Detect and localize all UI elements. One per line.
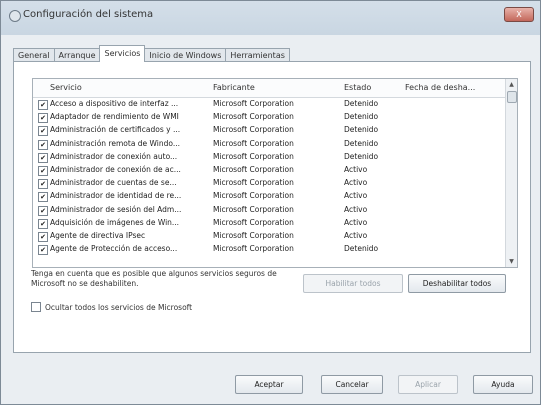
service-vendor: Microsoft Corporation bbox=[213, 204, 294, 214]
table-row[interactable]: ✔ Administración de certificados y ... Mic… bbox=[33, 124, 505, 137]
service-name: Administrador de identidad de re... bbox=[50, 191, 182, 201]
table-row[interactable]: ✔ Administrador de cuentas de se... Micros… bbox=[33, 177, 505, 190]
title-bar[interactable]: Configuración del sistema X bbox=[1, 1, 540, 35]
tab-strip: General Arranque Servicios Inicio de Win… bbox=[13, 45, 290, 62]
service-status: Activo bbox=[344, 191, 368, 201]
service-checkbox[interactable]: ✔ bbox=[38, 245, 48, 256]
service-rows: ✔ Acceso a dispositivo de interfaz ... Mic… bbox=[33, 98, 505, 256]
service-status: Detenido bbox=[344, 99, 379, 108]
services-panel: Servicio Fabricante Estado Fecha de desh… bbox=[13, 61, 531, 353]
service-status: Activo bbox=[344, 164, 368, 174]
service-vendor: Microsoft Corporation bbox=[213, 138, 294, 148]
service-name: Administrador de conexión de ac... bbox=[50, 164, 181, 174]
service-name: Agente de Protección de acceso... bbox=[50, 244, 178, 254]
service-vendor: Microsoft Corporation bbox=[213, 230, 294, 240]
hide-ms-label: Ocultar todos los servicios de Microsoft bbox=[45, 302, 193, 312]
close-button[interactable]: X bbox=[504, 7, 534, 22]
service-status: Activo bbox=[344, 204, 368, 214]
service-vendor: Microsoft Corporation bbox=[213, 99, 294, 108]
accept-button[interactable]: Aceptar bbox=[235, 375, 303, 394]
service-status: Detenido bbox=[344, 125, 379, 135]
services-note: Tenga en cuenta que es posible que algun… bbox=[31, 269, 277, 288]
table-row[interactable]: ✔ Agente de Protección de acceso... Micros… bbox=[33, 243, 505, 256]
service-vendor: Microsoft Corporation bbox=[213, 125, 294, 135]
tab-herramientas[interactable]: Herramientas bbox=[225, 48, 290, 62]
service-vendor: Microsoft Corporation bbox=[213, 217, 294, 227]
service-vendor: Microsoft Corporation bbox=[213, 151, 294, 161]
hide-ms-services-option[interactable]: Ocultar todos los servicios de Microsoft bbox=[31, 302, 192, 312]
services-list[interactable]: Servicio Fabricante Estado Fecha de desh… bbox=[32, 78, 518, 268]
service-checkbox[interactable]: ✔ bbox=[38, 139, 48, 150]
enable-all-button[interactable]: Habilitar todos bbox=[303, 274, 403, 293]
service-checkbox[interactable]: ✔ bbox=[38, 205, 48, 216]
table-row[interactable]: ✔ Adaptador de rendimiento de WMI Microsof… bbox=[33, 111, 505, 124]
scrollbar-thumb[interactable] bbox=[507, 91, 517, 103]
service-vendor: Microsoft Corporation bbox=[213, 244, 294, 254]
service-name: Adaptador de rendimiento de WMI bbox=[50, 112, 179, 122]
service-vendor: Microsoft Corporation bbox=[213, 112, 294, 122]
table-row[interactable]: ✔ Acceso a dispositivo de interfaz ... Mic… bbox=[33, 98, 505, 111]
tab-inicio-de-windows[interactable]: Inicio de Windows bbox=[144, 48, 227, 62]
service-vendor: Microsoft Corporation bbox=[213, 178, 294, 188]
service-name: Administrador de cuentas de se... bbox=[50, 178, 177, 188]
chevron-up-icon[interactable]: ▲ bbox=[506, 79, 517, 90]
chevron-down-icon[interactable]: ▼ bbox=[506, 256, 517, 267]
service-checkbox[interactable]: ✔ bbox=[38, 192, 48, 203]
apply-button[interactable]: Aplicar bbox=[398, 375, 458, 394]
column-header-fecha[interactable]: Fecha de desha... bbox=[405, 83, 475, 92]
service-status: Detenido bbox=[344, 151, 379, 161]
hide-ms-checkbox[interactable] bbox=[31, 302, 41, 312]
service-name: Administración de certificados y ... bbox=[50, 125, 181, 135]
service-status: Detenido bbox=[344, 244, 379, 254]
disable-all-button[interactable]: Deshabilitar todos bbox=[408, 274, 506, 293]
service-name: Administración remota de Windo... bbox=[50, 138, 181, 148]
column-header-fabricante[interactable]: Fabricante bbox=[213, 83, 255, 92]
cancel-button[interactable]: Cancelar bbox=[321, 375, 383, 394]
service-checkbox[interactable]: ✔ bbox=[38, 126, 48, 137]
system-config-icon bbox=[9, 10, 21, 22]
tab-servicios[interactable]: Servicios bbox=[99, 45, 146, 62]
service-name: Administrador de sesión del Adm... bbox=[50, 204, 182, 214]
service-vendor: Microsoft Corporation bbox=[213, 191, 294, 201]
service-status: Activo bbox=[344, 178, 368, 188]
system-config-window: Configuración del sistema X General Arra… bbox=[0, 0, 541, 405]
table-row[interactable]: ✔ Administrador de conexión de ac... Micro… bbox=[33, 164, 505, 177]
tab-arranque[interactable]: Arranque bbox=[53, 48, 101, 62]
service-checkbox[interactable]: ✔ bbox=[38, 152, 48, 163]
service-name: Adquisición de imágenes de Win... bbox=[50, 217, 180, 227]
service-checkbox[interactable]: ✔ bbox=[38, 231, 48, 242]
service-status: Activo bbox=[344, 217, 368, 227]
service-status: Detenido bbox=[344, 112, 379, 122]
table-row[interactable]: ✔ Administración remota de Windo... Micros… bbox=[33, 138, 505, 151]
tab-general[interactable]: General bbox=[13, 48, 55, 62]
table-row[interactable]: ✔ Administrador de identidad de re... Micr… bbox=[33, 190, 505, 203]
service-checkbox[interactable]: ✔ bbox=[38, 165, 48, 176]
service-status: Activo bbox=[344, 230, 368, 240]
vertical-scrollbar[interactable]: ▲ ▼ bbox=[505, 79, 517, 267]
service-checkbox[interactable]: ✔ bbox=[38, 113, 48, 124]
table-row[interactable]: ✔ Adquisición de imágenes de Win... Micros… bbox=[33, 217, 505, 230]
column-header-servicio[interactable]: Servicio bbox=[50, 83, 82, 92]
service-checkbox[interactable]: ✔ bbox=[38, 100, 48, 110]
service-vendor: Microsoft Corporation bbox=[213, 164, 294, 174]
table-row[interactable]: ✔ Agente de directiva IPsec Microsoft Corp… bbox=[33, 230, 505, 243]
service-name: Administrador de conexión auto... bbox=[50, 151, 178, 161]
service-checkbox[interactable]: ✔ bbox=[38, 218, 48, 229]
service-checkbox[interactable]: ✔ bbox=[38, 179, 48, 190]
window-title: Configuración del sistema bbox=[23, 9, 154, 20]
service-name: Acceso a dispositivo de interfaz ... bbox=[50, 99, 179, 108]
help-button[interactable]: Ayuda bbox=[473, 375, 533, 394]
service-name: Agente de directiva IPsec bbox=[50, 230, 146, 240]
table-row[interactable]: ✔ Administrador de conexión auto... Micros… bbox=[33, 151, 505, 164]
list-header: Servicio Fabricante Estado Fecha de desh… bbox=[33, 79, 505, 98]
service-status: Detenido bbox=[344, 138, 379, 148]
table-row[interactable]: ✔ Administrador de sesión del Adm... Micro… bbox=[33, 204, 505, 217]
column-header-estado[interactable]: Estado bbox=[344, 83, 371, 92]
